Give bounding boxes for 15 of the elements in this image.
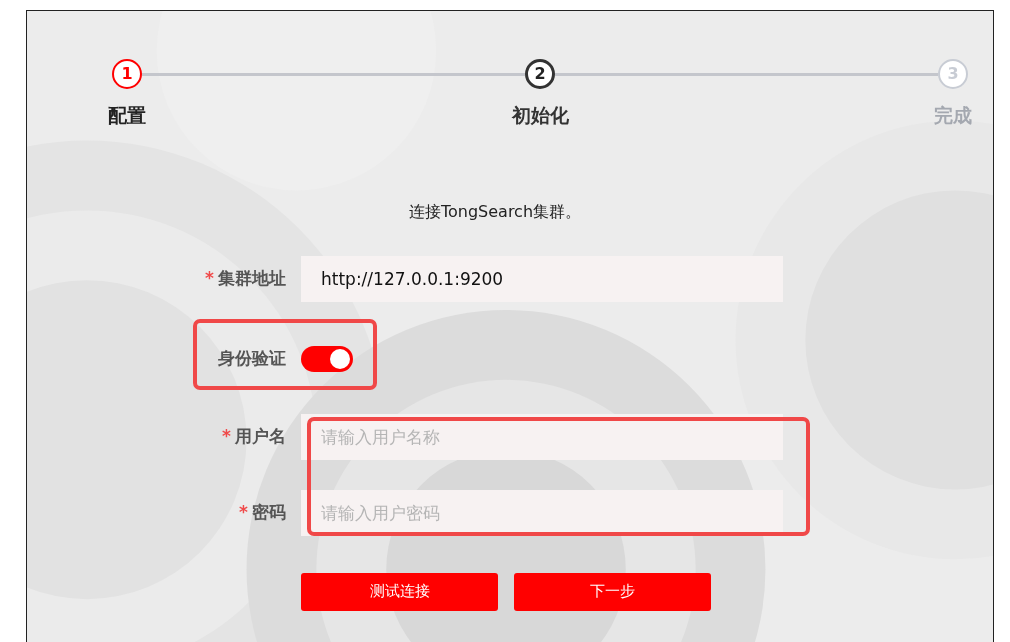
field-label: 用户名: [235, 425, 286, 446]
input-field[interactable]: 请输入用户密码: [301, 489, 783, 536]
field-label: 密码: [252, 501, 286, 522]
action-button[interactable]: 测试连接: [301, 572, 498, 611]
step-label: 配置: [108, 103, 146, 128]
address-field[interactable]: http://127.0.0.1:9200: [301, 255, 783, 302]
required-mark: *: [222, 425, 231, 446]
intro-text: 连接TongSearch集群。: [408, 201, 582, 221]
action-button[interactable]: 下一步: [514, 572, 711, 611]
field-label: 身份验证: [218, 347, 286, 368]
required-mark: *: [239, 501, 248, 522]
field-label: 集群地址: [218, 267, 286, 288]
step-label: 初始化: [511, 103, 569, 128]
required-mark: *: [205, 267, 214, 288]
step-label: 完成: [934, 103, 972, 128]
